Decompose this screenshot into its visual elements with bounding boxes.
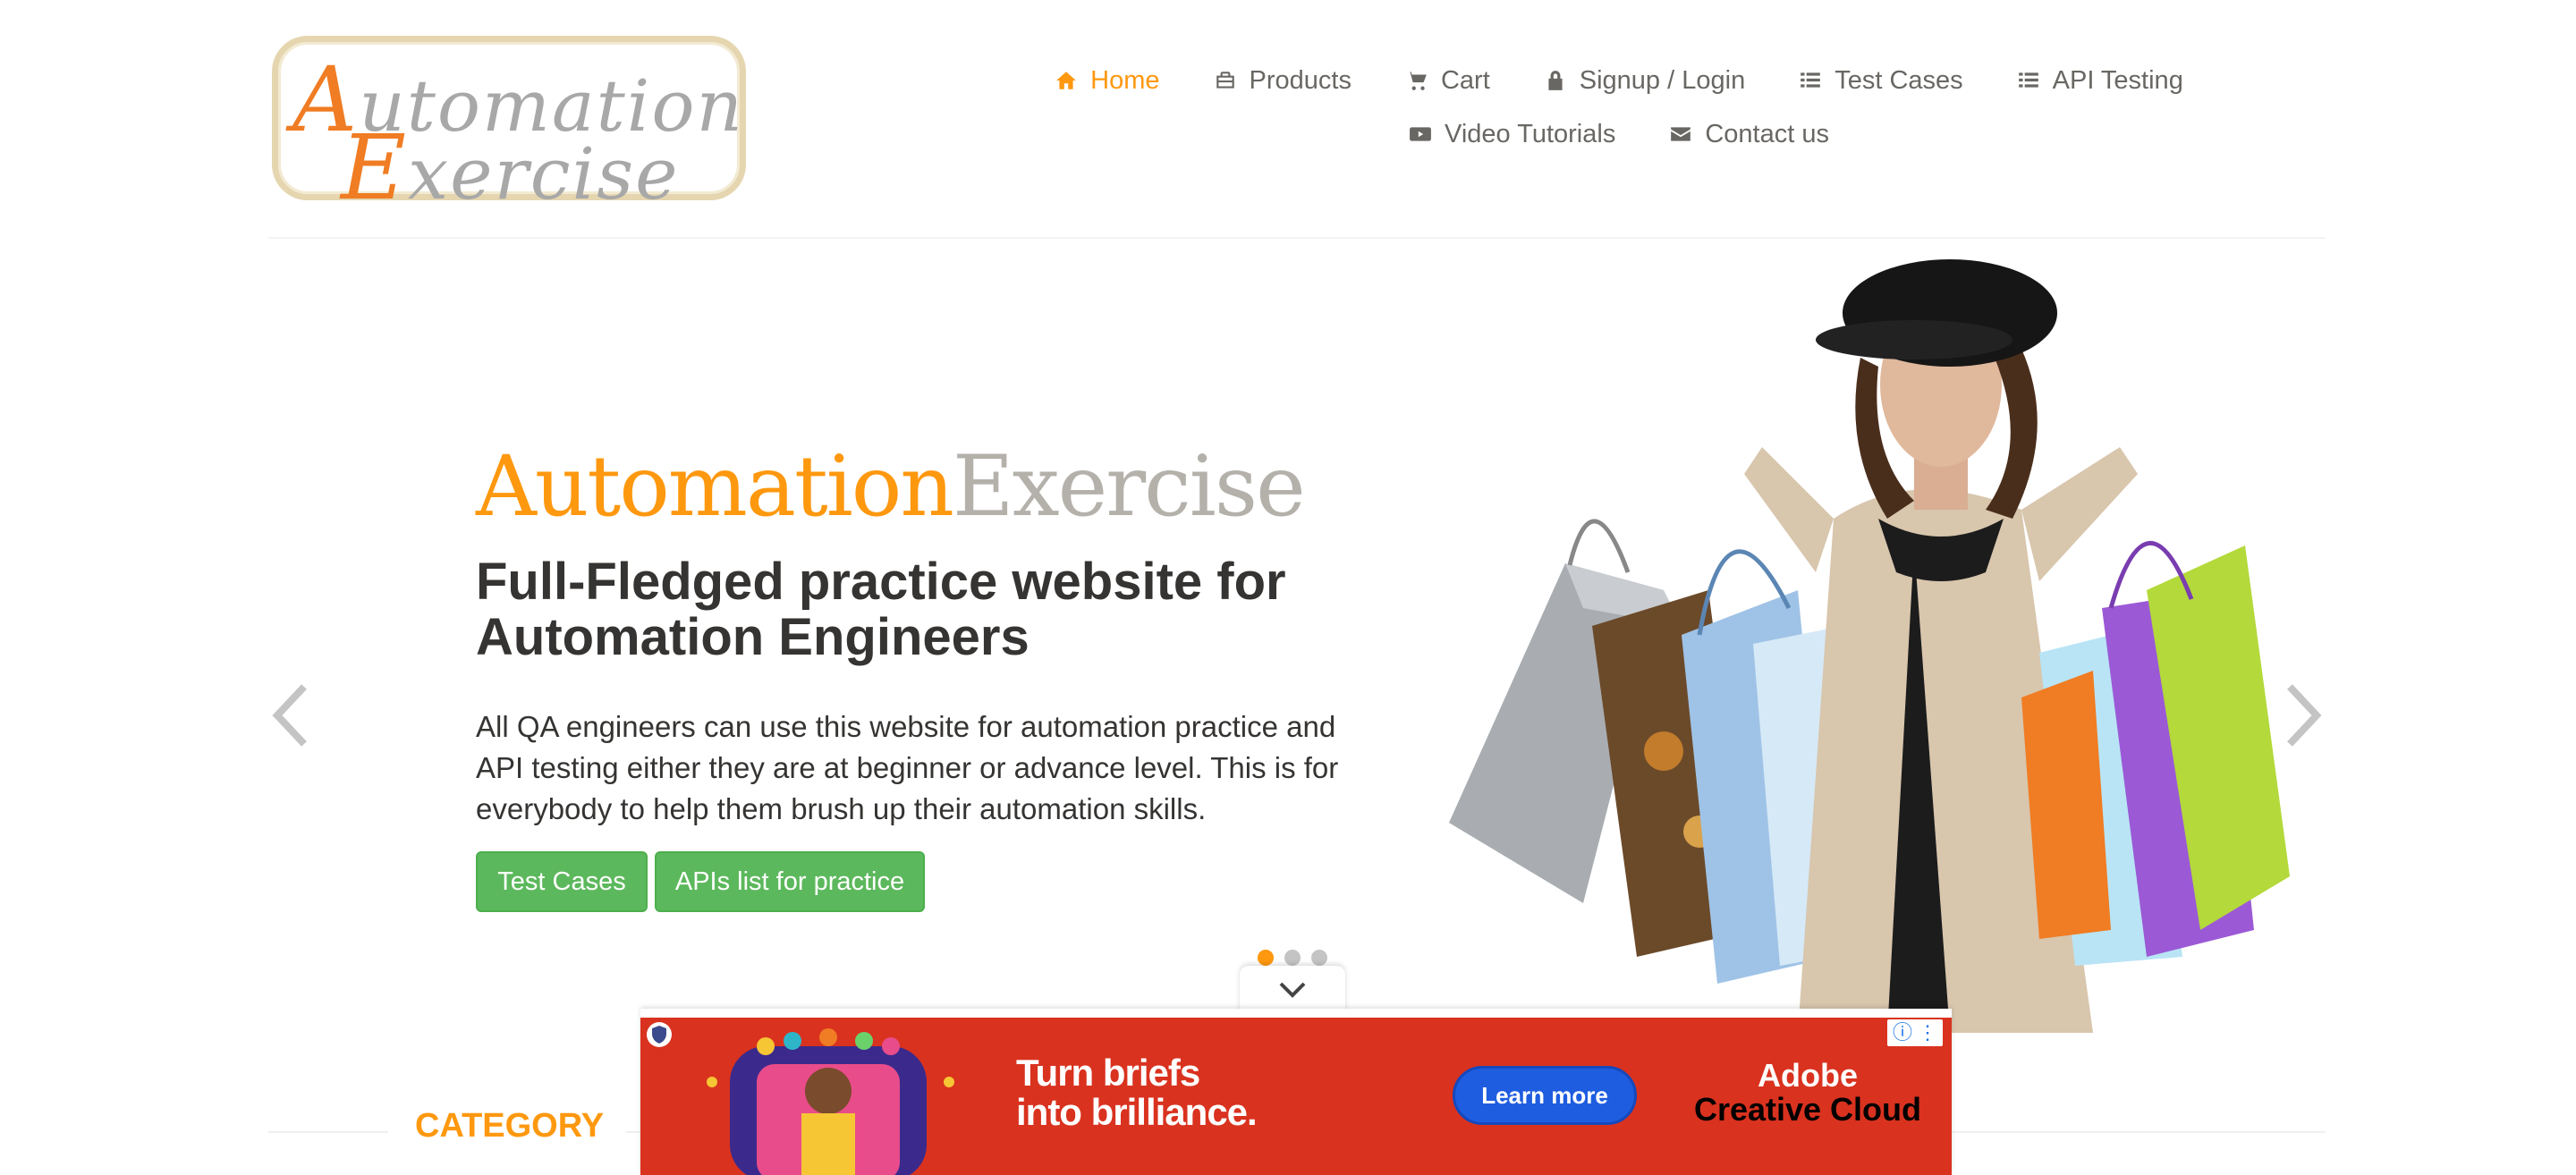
ad-learn-more-button[interactable]: Learn more (1453, 1066, 1637, 1125)
test-cases-button[interactable]: Test Cases (476, 851, 648, 912)
envelope-icon (1671, 127, 1691, 141)
nav-home[interactable]: Home (1055, 65, 1160, 96)
kebab-menu-icon[interactable]: ⋮ (1918, 1021, 1937, 1044)
site-logo[interactable]: Automation Exercise (272, 36, 746, 220)
nav-test-cases[interactable]: Test Cases (1799, 65, 1963, 96)
nav-cart[interactable]: Cart (1405, 66, 1490, 96)
chevron-left-icon (272, 684, 307, 747)
slide-description: All QA engineers can use this website fo… (476, 710, 1339, 825)
list-icon (2018, 72, 2038, 88)
nav-row-1: Home Products Cart Signup / Login Test C… (993, 54, 2245, 107)
nav-signup-login-label: Signup / Login (1579, 65, 1746, 95)
logo-line-2-rest: xercise (408, 132, 680, 216)
nav-test-cases-label: Test Cases (1835, 65, 1963, 95)
nav-api-testing[interactable]: API Testing (2017, 66, 2183, 96)
nav-signup-login[interactable]: Signup / Login (1544, 66, 1745, 96)
nav-contact-us-label: Contact us (1705, 119, 1829, 148)
apis-list-button[interactable]: APIs list for practice (655, 851, 925, 912)
ad-brand-name: Adobe Creative Cloud (1678, 1059, 1937, 1127)
slider-prev-button[interactable] (268, 680, 313, 751)
home-icon (1056, 72, 1076, 89)
slider-dot-2[interactable] (1284, 950, 1301, 966)
ad-headline-line-2: into brilliance. (1016, 1091, 1258, 1133)
logo-line-2: Exercise (341, 115, 680, 220)
category-divider-left (268, 1131, 388, 1133)
ad-info-controls: ⓘ ⋮ (1886, 1019, 1943, 1046)
slide-headline: Full-Fledged practice website for Automa… (476, 553, 1286, 666)
category-heading: CATEGORY (415, 1107, 605, 1145)
list-icon (1801, 72, 1821, 88)
hero-model-shopping-bags-image (1449, 259, 2290, 1033)
slider-indicators (1258, 950, 1327, 966)
ad-brand-line-2: Creative Cloud (1693, 1091, 1922, 1128)
nav-video-tutorials[interactable]: Video Tutorials (1409, 120, 1615, 149)
lock-icon (1548, 71, 1563, 90)
nav-products-label: Products (1249, 65, 1352, 95)
slider-dot-1[interactable] (1258, 950, 1274, 966)
nav-contact-us[interactable]: Contact us (1669, 120, 1829, 149)
nav-home-label: Home (1090, 65, 1160, 95)
nav-api-testing-label: API Testing (2052, 65, 2183, 95)
brand-part-automation: Automation (476, 438, 954, 536)
briefcase-icon (1216, 72, 1234, 89)
ad-headline-line-1: Turn briefs (1016, 1052, 1200, 1094)
slider-dot-3[interactable] (1311, 950, 1327, 966)
info-icon[interactable]: ⓘ (1893, 1021, 1912, 1044)
header-divider (268, 237, 2326, 239)
nav-video-tutorials-label: Video Tutorials (1445, 119, 1616, 148)
nav-products[interactable]: Products (1214, 66, 1352, 96)
youtube-play-icon (1410, 127, 1431, 141)
ad-brand-line-1: Adobe (1758, 1057, 1858, 1094)
cart-icon (1406, 72, 1427, 90)
slide-brand-title: AutomationExercise (476, 438, 1306, 536)
ad-collapse-toggle[interactable] (1240, 966, 1345, 1014)
nav-cart-label: Cart (1440, 65, 1490, 95)
adobe-ad-banner[interactable]: ⓘ ⋮ Turn briefs into brilliance. Learn m… (640, 1009, 1952, 1175)
brand-part-exercise: Exercise (952, 438, 1306, 536)
nav-row-2: Video Tutorials Contact us (993, 107, 2245, 161)
ad-headline: Turn briefs into brilliance. (1016, 1052, 1258, 1133)
chevron-down-icon (1279, 982, 1306, 998)
ad-illustration-image (707, 1028, 954, 1175)
ad-choices-shield-icon[interactable] (646, 1021, 673, 1048)
main-nav: Home Products Cart Signup / Login Test C… (993, 54, 2245, 161)
